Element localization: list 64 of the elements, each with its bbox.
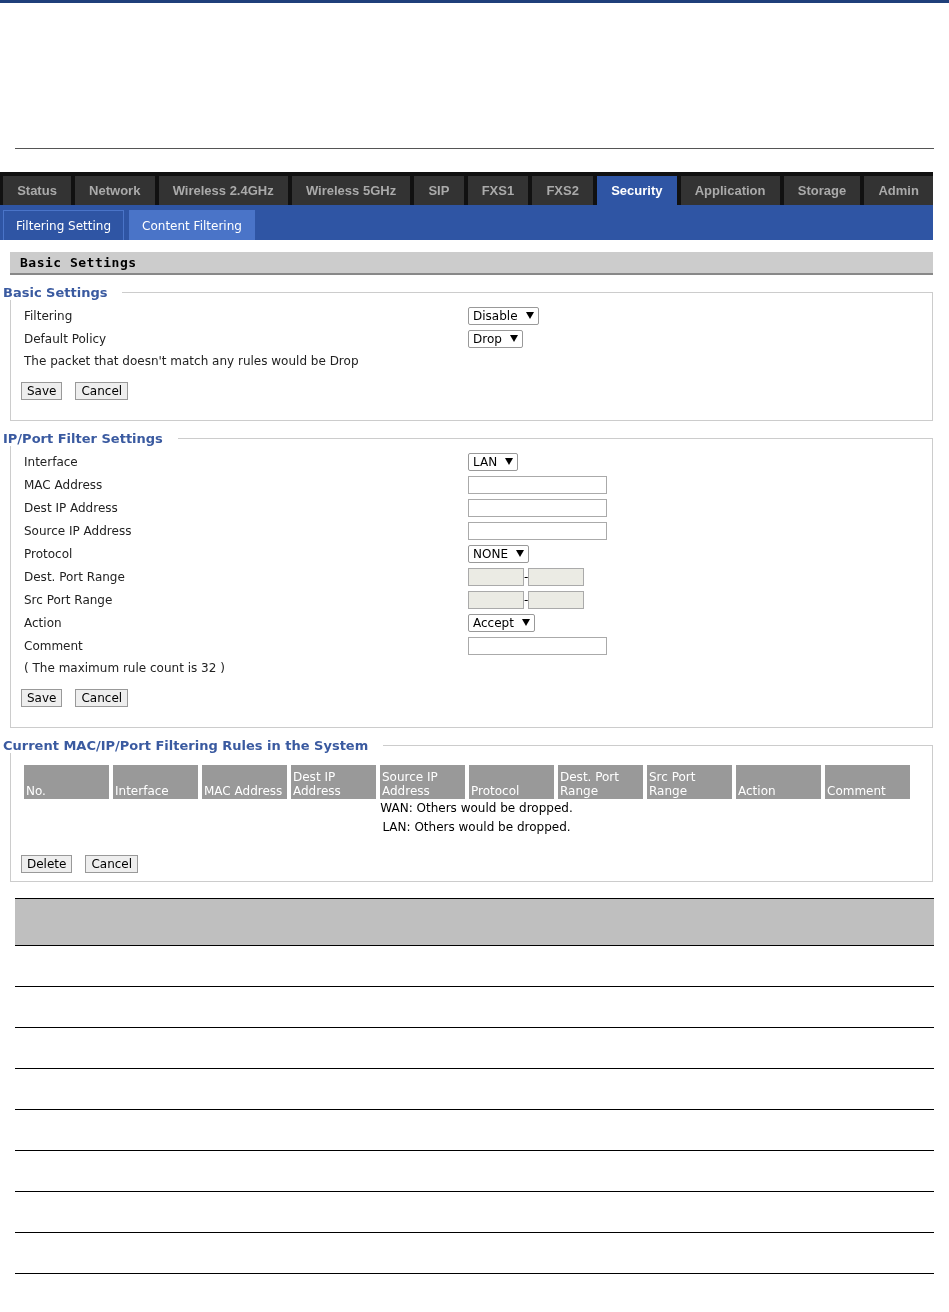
note-text: The packet that doesn't match any rules would be Drop <box>24 354 360 368</box>
field-label: Filtering <box>23 307 74 325</box>
column-header: Comment <box>825 765 910 799</box>
field-label: Dest IP Address <box>23 499 119 517</box>
column-header: No. <box>24 765 109 799</box>
form-button[interactable]: Save <box>21 382 63 400</box>
form-button[interactable]: Cancel <box>75 382 129 400</box>
field-label: Source IP Address <box>23 522 133 540</box>
caret-icon <box>521 619 530 626</box>
note-text: ( The maximum rule count is 32 ) <box>24 661 226 675</box>
caret-icon <box>516 550 524 557</box>
caret-icon <box>525 312 534 319</box>
form-button[interactable]: Delete <box>21 855 73 873</box>
field-label: Interface <box>23 453 79 471</box>
field-label: MAC Address <box>23 476 104 494</box>
column-header: Dest. Port Range <box>558 765 643 799</box>
dropdown[interactable]: NONE <box>468 544 529 563</box>
sub-tab[interactable]: Content Filtering <box>129 210 255 240</box>
nav-tab[interactable]: Storage <box>783 176 861 205</box>
nav-tab[interactable]: Security <box>597 176 677 205</box>
column-header: Src Port Range <box>647 765 732 799</box>
nav-tab[interactable]: Application <box>680 176 780 205</box>
form-button[interactable]: Cancel <box>85 855 139 873</box>
column-header: Interface <box>113 765 198 799</box>
page-title: Basic Settings <box>10 252 933 275</box>
nav-tab[interactable]: SIP <box>414 176 464 205</box>
form-button[interactable]: Save <box>21 689 63 707</box>
form-button[interactable]: Cancel <box>75 689 129 707</box>
input-field[interactable] <box>468 636 607 655</box>
nav-tab[interactable]: FXS1 <box>467 176 529 205</box>
section-legend: Current MAC/IP/Port Filtering Rules in the System <box>3 738 384 753</box>
nav-tab[interactable]: Wireless 2.4GHz <box>158 176 288 205</box>
caret-icon <box>509 335 518 342</box>
dropdown[interactable]: Disable <box>468 306 539 325</box>
dropdown[interactable]: LAN <box>468 452 519 471</box>
field-label: Protocol <box>23 545 74 563</box>
section-legend: Basic Settings <box>3 285 123 300</box>
column-header: Source IP Address <box>380 765 465 799</box>
field-label: Dest. Port Range <box>23 568 126 586</box>
range-dash: - <box>524 592 529 607</box>
column-header: MAC Address <box>202 765 287 799</box>
rule-message: WAN: Others would be dropped. <box>380 801 573 815</box>
nav-tab[interactable]: Network <box>75 176 155 205</box>
caret-icon <box>505 458 514 465</box>
nav-tab[interactable]: Admin <box>864 176 933 205</box>
sub-tab[interactable]: Filtering Setting <box>3 210 125 240</box>
nav-tab[interactable]: FXS2 <box>532 176 594 205</box>
range-dash: - <box>524 569 529 584</box>
field-label: Src Port Range <box>23 591 114 609</box>
input-field[interactable] <box>468 475 607 494</box>
column-header: Protocol <box>469 765 554 799</box>
field-label: Action <box>23 614 63 632</box>
column-header: Dest IP Address <box>291 765 376 799</box>
field-label: Comment <box>23 637 84 655</box>
dropdown[interactable]: Drop <box>468 329 523 348</box>
nav-tab[interactable]: Wireless 5GHz <box>291 176 411 205</box>
input-field[interactable] <box>468 521 607 540</box>
rule-message: LAN: Others would be dropped. <box>382 820 571 834</box>
nav-tab[interactable]: Status <box>3 176 71 205</box>
input-field[interactable] <box>468 498 607 517</box>
field-label: Default Policy <box>23 330 108 348</box>
dropdown[interactable]: Accept <box>468 613 535 632</box>
section-legend: IP/Port Filter Settings <box>3 431 178 446</box>
column-header: Action <box>736 765 821 799</box>
